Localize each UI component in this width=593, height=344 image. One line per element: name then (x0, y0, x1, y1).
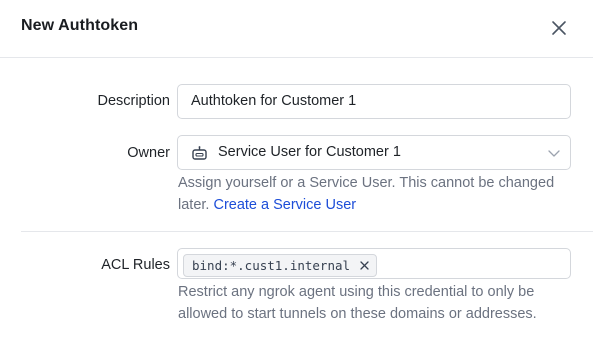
new-authtoken-dialog: New Authtoken Description Authtoken for … (0, 0, 593, 344)
owner-select[interactable]: Service User for Customer 1 (177, 135, 571, 170)
acl-rules-input[interactable]: bind:*.cust1.internal (177, 248, 571, 279)
dialog-title: New Authtoken (21, 17, 139, 34)
owner-help: Assign yourself or a Service User. This … (178, 172, 578, 216)
acl-rule-chip: bind:*.cust1.internal (183, 254, 378, 277)
section-divider (21, 231, 593, 232)
create-service-user-link[interactable]: Create a Service User (213, 197, 356, 213)
acl-rules-help: Restrict any ngrok agent using this cred… (178, 284, 537, 322)
close-icon (552, 21, 566, 35)
close-button[interactable] (548, 17, 570, 39)
description-label: Description (97, 93, 170, 109)
remove-chip-icon[interactable] (359, 260, 370, 271)
acl-rules-label: ACL Rules (101, 257, 170, 273)
owner-value: Service User for Customer 1 (218, 144, 401, 160)
description-value[interactable]: Authtoken for Customer 1 (191, 93, 356, 109)
description-input[interactable]: Authtoken for Customer 1 (177, 84, 571, 119)
chevron-down-icon (548, 150, 560, 157)
robot-icon (192, 146, 207, 160)
acl-rule-chip-text: bind:*.cust1.internal (192, 258, 351, 273)
dialog-header: New Authtoken (0, 0, 593, 58)
owner-label: Owner (127, 145, 170, 161)
